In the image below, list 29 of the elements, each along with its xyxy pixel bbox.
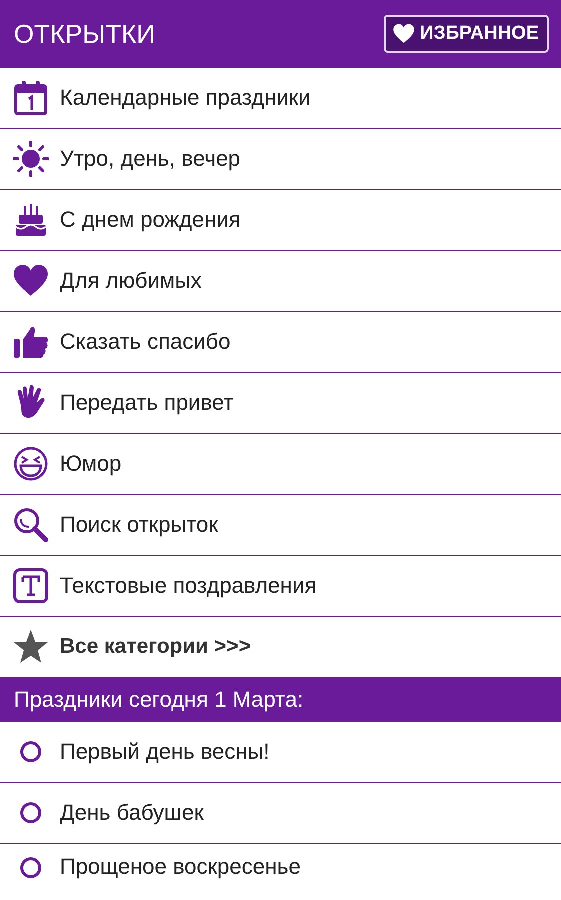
app-title: ОТКРЫТКИ [14,18,156,50]
category-item[interactable]: С днем рождения [60,207,241,233]
sun-icon [13,141,49,177]
favorites-button[interactable]: ИЗБРАННОЕ [384,15,549,53]
category-item[interactable]: Текстовые поздравления [60,573,317,599]
circle-icon [19,856,43,880]
circle-icon [19,801,43,825]
heart-icon [13,263,49,299]
category-item[interactable]: Передать привет [60,390,234,416]
category-item[interactable]: Для любимых [60,268,202,294]
category-item[interactable]: Поиск открыток [60,512,218,538]
search-icon [13,507,49,543]
category-item[interactable]: Календарные праздники [60,85,311,111]
holiday-item[interactable]: Прощеное воскресенье [60,854,301,880]
category-item[interactable]: Утро, день, вечер [60,146,241,172]
text-icon [13,568,49,604]
cake-icon [13,202,49,238]
star-icon [13,629,49,665]
circle-icon [19,740,43,764]
category-item[interactable]: Сказать спасибо [60,329,231,355]
calendar-icon [13,80,49,116]
holiday-item[interactable]: День бабушек [60,800,204,826]
section-header: Праздники сегодня 1 Марта: [0,678,561,722]
laughing-face-icon [13,446,49,482]
heart-icon [392,23,416,45]
holiday-item[interactable]: Первый день весны! [60,739,270,765]
category-item[interactable]: Все категории >>> [60,635,252,659]
thumbs-up-icon [13,324,49,360]
category-item[interactable]: Юмор [60,451,122,477]
